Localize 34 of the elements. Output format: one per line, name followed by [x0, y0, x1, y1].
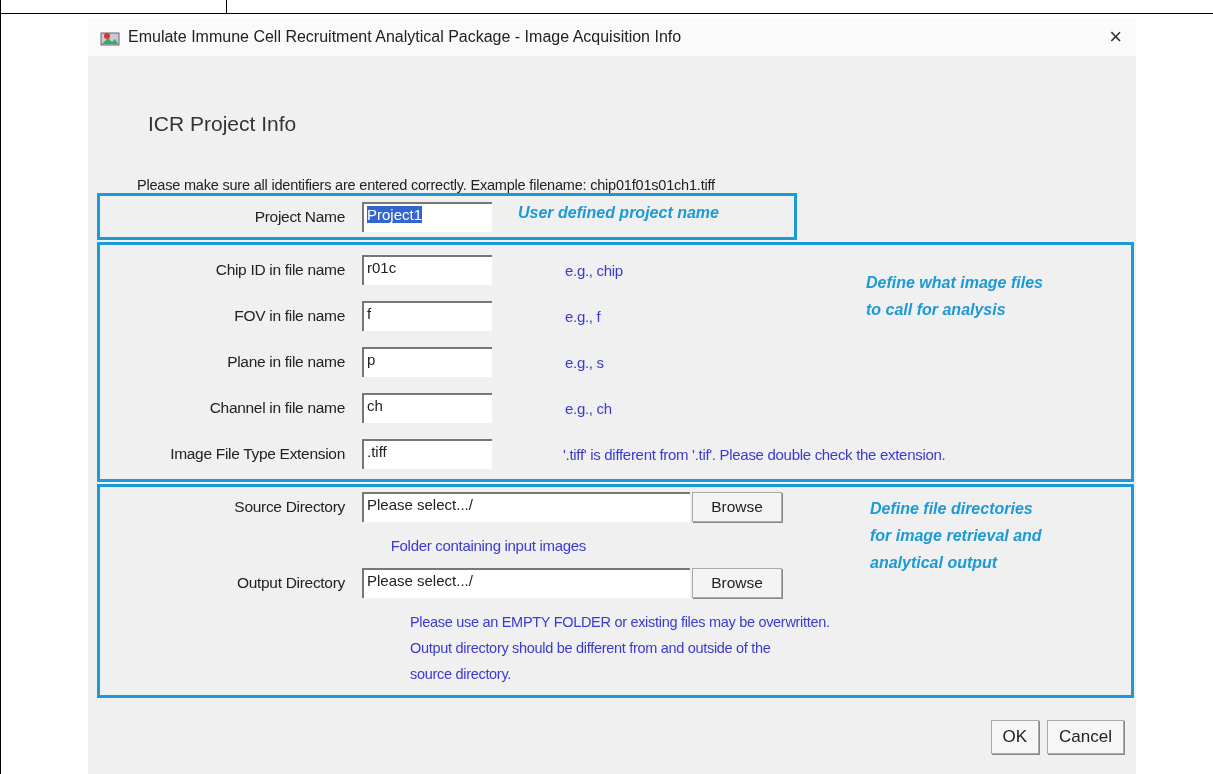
input-field[interactable]: r01c: [362, 255, 492, 285]
note-text: Folder containing input images: [390, 536, 586, 554]
section-heading: ICR Project Info: [148, 112, 298, 136]
close-button[interactable]: ×: [1105, 24, 1126, 50]
input-field[interactable]: .tiff: [362, 439, 492, 469]
hint-text: e.g., s: [565, 353, 604, 371]
browse-button[interactable]: Browse: [692, 568, 782, 598]
field-label: Source Directory: [233, 498, 345, 516]
input-field[interactable]: p: [362, 347, 492, 377]
input-field[interactable]: Please select.../: [362, 568, 690, 598]
warning-text: Please use an EMPTY FOLDER or existing files may be overwritten. Output directory should be different from and outside of the source directory.: [410, 613, 831, 684]
hint-text: e.g., f: [565, 307, 601, 325]
hint-text: '.tiff' is different from '.tif'. Please double check the extension.: [563, 445, 946, 463]
annotation-text: Define file directories for image retrieval and analytical output: [870, 499, 1042, 573]
hint-text: e.g., chip: [565, 261, 623, 279]
input-field[interactable]: ch: [362, 393, 492, 423]
annotation-text: Define what image files to call for analysis: [866, 273, 1043, 320]
field-label: Project Name: [253, 207, 345, 226]
input-field[interactable]: Please select.../: [362, 492, 690, 522]
browse-button[interactable]: Browse: [692, 492, 782, 522]
input-field[interactable]: f: [362, 301, 492, 331]
window-title: Emulate Immune Cell Recruitment Analytical Package - Image Acquisition Info: [128, 28, 683, 46]
field-label: Channel in file name: [208, 399, 345, 417]
annotation-text: User defined project name: [518, 203, 719, 223]
field-label: Plane in file name: [226, 353, 345, 371]
cancel-button[interactable]: Cancel: [1047, 720, 1124, 754]
instruction-text: Please make sure all identifiers are entered correctly. Example filename: chip01f01s01ch1.tiff: [137, 177, 716, 193]
ok-button[interactable]: OK: [990, 720, 1040, 754]
field-label: Chip ID in file name: [214, 261, 345, 279]
field-label: FOV in file name: [233, 307, 345, 325]
hint-text: e.g., ch: [565, 399, 612, 417]
input-field[interactable]: Project1: [362, 201, 492, 232]
field-label: Image File Type Extension: [169, 445, 345, 463]
field-label: Output Directory: [235, 574, 345, 592]
